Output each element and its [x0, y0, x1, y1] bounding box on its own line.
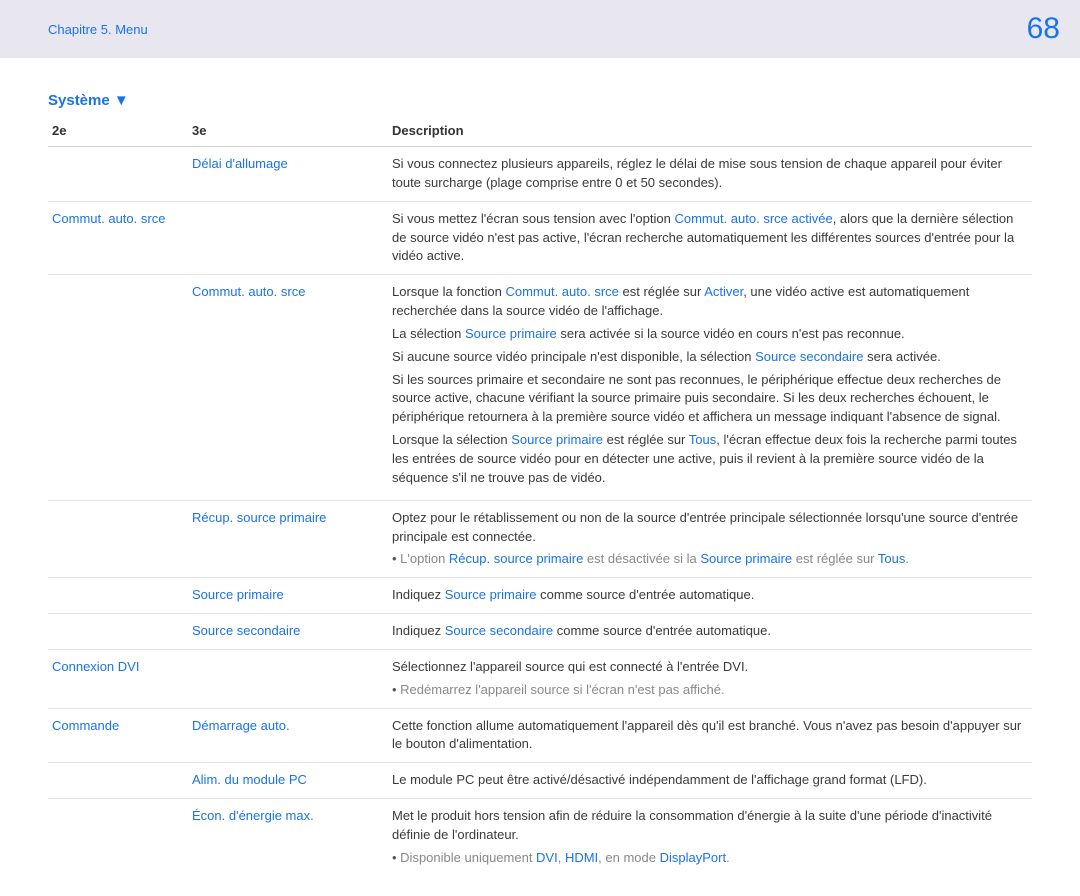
menu-item-link: Connexion DVI [52, 659, 139, 674]
description-text: Cette fonction allume automatiquement l'… [388, 708, 1032, 763]
menu-item-link: Commande [52, 718, 119, 733]
table-row: Récup. source primaire Optez pour le rét… [48, 500, 1032, 578]
menu-item-link: Écon. d'énergie max. [192, 808, 314, 823]
menu-item-link: Source primaire [192, 587, 284, 602]
description-text: Le module PC peut être activé/désactivé … [388, 763, 1032, 799]
col-header-description: Description [388, 117, 1032, 147]
settings-table: 2e 3e Description Délai d'allumage Si vo… [48, 117, 1032, 876]
page-number: 68 [1027, 12, 1060, 46]
col-header-2e: 2e [48, 117, 188, 147]
menu-item-link: Récup. source primaire [192, 510, 326, 525]
menu-item-link: Commut. auto. srce [52, 211, 165, 226]
table-row: Commut. auto. srce Lorsque la fonction C… [48, 275, 1032, 500]
page-header: Chapitre 5. Menu 68 [0, 0, 1080, 58]
table-row: Alim. du module PC Le module PC peut êtr… [48, 763, 1032, 799]
table-row: Délai d'allumage Si vous connectez plusi… [48, 147, 1032, 202]
breadcrumb: Chapitre 5. Menu [48, 22, 148, 37]
menu-item-link: Délai d'allumage [192, 156, 288, 171]
bullet-item: Disponible uniquement DVI, HDMI, en mode… [392, 849, 1026, 868]
section-title: Système ▼ [48, 92, 1032, 109]
bullet-item: Redémarrez l'appareil source si l'écran … [392, 681, 1026, 700]
menu-item-link: Commut. auto. srce [192, 284, 305, 299]
table-row: Commande Démarrage auto. Cette fonction … [48, 708, 1032, 763]
description-text: Indiquez Source primaire comme source d'… [388, 578, 1032, 614]
table-row: Source secondaire Indiquez Source second… [48, 614, 1032, 650]
menu-item-link: Démarrage auto. [192, 718, 290, 733]
table-row: Source primaire Indiquez Source primaire… [48, 578, 1032, 614]
col-header-3e: 3e [188, 117, 388, 147]
page-content: Système ▼ 2e 3e Description Délai d'allu… [0, 58, 1080, 896]
table-row: Commut. auto. srce Si vous mettez l'écra… [48, 201, 1032, 275]
description-text: Indiquez Source secondaire comme source … [388, 614, 1032, 650]
table-row: Connexion DVI Sélectionnez l'appareil so… [48, 649, 1032, 708]
description-text: Optez pour le rétablissement ou non de l… [388, 500, 1032, 578]
description-text: Si vous connectez plusieurs appareils, r… [388, 147, 1032, 202]
description-text: Lorsque la fonction Commut. auto. srce e… [388, 275, 1032, 500]
bullet-item: L'option Récup. source primaire est désa… [392, 550, 1026, 569]
description-text: Met le produit hors tension afin de rédu… [388, 799, 1032, 876]
table-row: Écon. d'énergie max. Met le produit hors… [48, 799, 1032, 876]
description-text: Si vous mettez l'écran sous tension avec… [388, 201, 1032, 275]
menu-item-link: Source secondaire [192, 623, 300, 638]
description-text: Sélectionnez l'appareil source qui est c… [388, 649, 1032, 708]
menu-item-link: Alim. du module PC [192, 772, 307, 787]
